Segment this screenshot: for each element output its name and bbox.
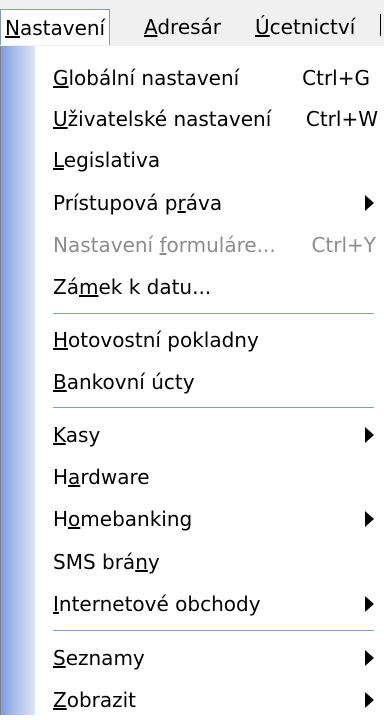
menu-item-internetove-obchody[interactable]: Internetové obchody xyxy=(53,584,384,624)
menu-item-label: Homebanking xyxy=(53,507,193,531)
menu-bar: Nastavení Adresár Úcetnictví xyxy=(0,0,384,47)
menu-item-label: Internetové obchody xyxy=(53,592,261,616)
menu-item-hardware[interactable]: Hardware xyxy=(53,457,384,497)
shortcut-label: Ctrl+G xyxy=(302,66,370,90)
submenu-arrow-icon xyxy=(365,692,374,708)
mnemonic: N xyxy=(5,16,20,40)
menu-item-sms-brany[interactable]: SMS brány xyxy=(53,542,384,582)
menu-item-label: Kasy xyxy=(53,423,101,447)
menu-item-globalni-nastaveni[interactable]: Globální nastavení Ctrl+G xyxy=(53,58,384,98)
menu-item-label: Globální nastavení xyxy=(53,66,240,90)
mnemonic: Ú xyxy=(255,15,270,39)
menubar-overflow-edge xyxy=(380,14,382,36)
menu-item-label: Zobrazit xyxy=(53,688,137,712)
menu-item-uzivatelske-nastaveni[interactable]: Uživatelské nastavení Ctrl+W xyxy=(53,99,384,139)
submenu-arrow-icon xyxy=(365,650,374,666)
menu-separator xyxy=(53,630,374,631)
menu-item-label: Uživatelské nastavení xyxy=(53,107,272,131)
submenu-arrow-icon xyxy=(365,195,374,211)
menu-separator xyxy=(53,313,374,314)
menu-item-pristupova-prava[interactable]: Prístupová práva xyxy=(53,183,384,223)
menu-item-seznamy[interactable]: Seznamy xyxy=(53,638,384,678)
menubar-item-ucetnictvi[interactable]: Úcetnictví xyxy=(255,9,355,45)
menubar-item-adresar[interactable]: Adresár xyxy=(144,9,221,45)
menubar-label: dresár xyxy=(157,15,222,39)
mnemonic: A xyxy=(144,15,158,39)
menu-item-label: Prístupová práva xyxy=(53,191,223,215)
menubar-label: cetnictví xyxy=(269,15,356,39)
menu-item-label: Hardware xyxy=(53,465,150,489)
menu-item-kasy[interactable]: Kasy xyxy=(53,415,384,455)
menubar-item-nastaveni[interactable]: Nastavení xyxy=(0,9,111,45)
menu-gutter xyxy=(1,46,35,715)
menu-item-label: Nastavení formuláre... xyxy=(53,233,276,257)
menu-item-label: Hotovostní pokladny xyxy=(53,328,259,352)
menu-item-label: Legislativa xyxy=(53,148,161,172)
menu-item-zamek-k-datu[interactable]: Zámek k datu... xyxy=(53,267,384,307)
menu-item-legislativa[interactable]: Legislativa xyxy=(53,140,384,180)
menu-item-label: Zámek k datu... xyxy=(53,275,212,299)
menu-item-bankovni-ucty[interactable]: Bankovní úcty xyxy=(53,362,384,402)
menu-item-label: Seznamy xyxy=(53,646,145,670)
menu-item-hotovostni-pokladny[interactable]: Hotovostní pokladny xyxy=(53,320,384,360)
menu-separator xyxy=(53,407,374,408)
menu-item-zobrazit[interactable]: Zobrazit xyxy=(53,680,384,720)
menu-item-label: SMS brány xyxy=(53,550,160,574)
shortcut-label: Ctrl+W xyxy=(305,107,378,131)
dropdown-menu-nastaveni: Globální nastavení Ctrl+G Uživatelské na… xyxy=(0,46,384,715)
menubar-label: astavení xyxy=(19,16,106,40)
menu-item-nastaveni-formulare: Nastavení formuláre... Ctrl+Y xyxy=(53,225,384,265)
submenu-arrow-icon xyxy=(365,511,374,527)
menu-item-label: Bankovní úcty xyxy=(53,370,195,394)
menu-item-homebanking[interactable]: Homebanking xyxy=(53,499,384,539)
shortcut-label: Ctrl+Y xyxy=(311,233,376,257)
submenu-arrow-icon xyxy=(365,596,374,612)
submenu-arrow-icon xyxy=(365,427,374,443)
